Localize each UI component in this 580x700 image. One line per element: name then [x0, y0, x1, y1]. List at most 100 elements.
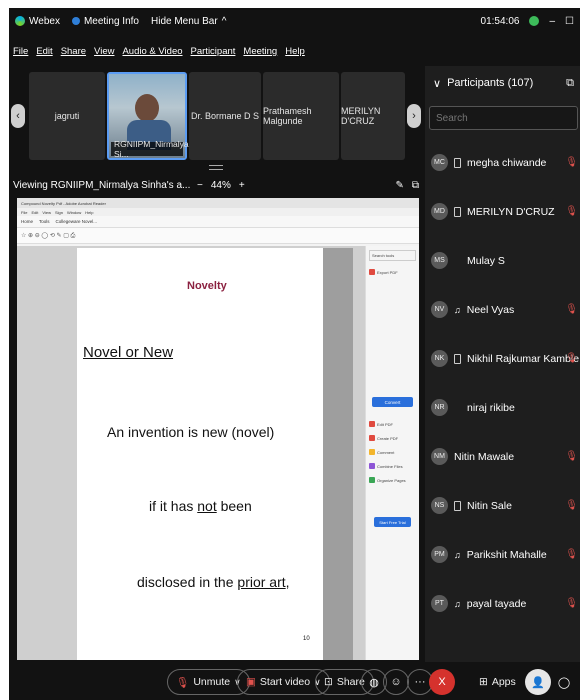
toolbar-icons: ☆ ⊕ ⊖ ◯ ⟲ ✎ ▢ ⎙	[21, 232, 76, 239]
participant-row[interactable]: NR niraj rikibe	[425, 383, 580, 432]
participants-header[interactable]: ∨ Participants (107) ⧉	[425, 66, 580, 100]
participant-row[interactable]: PM ♫ Parikshit Mahalle 🎙	[425, 530, 580, 579]
menu-share[interactable]: Share	[61, 46, 86, 62]
chevron-up-icon: ^	[221, 15, 227, 27]
mic-muted-icon: 🎙	[176, 676, 190, 689]
participant-row[interactable]: NS Nitin Sale 🎙	[425, 481, 580, 530]
chevron-down-icon: ∨	[433, 77, 442, 90]
mic-muted-icon: 🎙	[565, 353, 578, 364]
smile-icon: ☺	[390, 676, 402, 688]
webex-logo[interactable]: Webex	[15, 16, 60, 27]
tools-side-panel: Search tools Export PDF Convert Edit PDF…	[365, 246, 419, 660]
comment-icon	[369, 449, 375, 455]
edit-pdf-icon	[369, 421, 375, 427]
side-organize-pages[interactable]: Organize Pages	[366, 473, 419, 487]
organize-icon	[369, 477, 375, 483]
avatar: PM	[431, 546, 448, 563]
phone-icon	[454, 500, 461, 511]
zoom-in-button[interactable]: +	[239, 180, 245, 191]
side-create-pdf[interactable]: Create PDF	[366, 431, 419, 445]
strip-left-arrow[interactable]: ‹	[11, 104, 25, 128]
menu-participant[interactable]: Participant	[191, 46, 236, 62]
participant-row[interactable]: MS Mulay S	[425, 236, 580, 285]
phone-icon	[454, 353, 461, 364]
info-icon	[71, 17, 80, 25]
menu-meeting[interactable]: Meeting	[243, 46, 277, 62]
apps-icon: ⊞	[479, 676, 488, 688]
zoom-level: 44%	[210, 179, 231, 191]
side-combine-files[interactable]: Combine Files	[366, 459, 419, 473]
video-tile-active-speaker[interactable]: RGNIIPM_Nirmalya Si...	[107, 72, 189, 160]
menu-help[interactable]: Help	[285, 46, 305, 62]
slide-line-1: An invention is new (novel)	[107, 424, 275, 440]
annotate-icon[interactable]: ✎	[395, 180, 403, 191]
reader-title-bar: Compound Novelty Pdf - Adobe Acrobat Rea…	[17, 198, 419, 208]
participant-row[interactable]: NV ♫ Neel Vyas 🎙	[425, 285, 580, 334]
headset-icon: ♫	[454, 304, 461, 315]
participant-row[interactable]: NM Nitin Mawale 🎙	[425, 432, 580, 481]
free-trial-button[interactable]: Start Free Trial	[374, 517, 411, 527]
participant-list: MC megha chiwande 🎙 MD MERILYN D'CRUZ 🎙 …	[425, 138, 580, 628]
resize-handle[interactable]	[209, 165, 223, 170]
slide-subheading: Novel or New	[83, 344, 174, 361]
video-strip: ‹ jagruti RGNIIPM_Nirmalya Si... Dr. Bor…	[9, 66, 421, 162]
menu-bar: File Edit Share View Audio & Video Parti…	[9, 46, 305, 62]
leave-button[interactable]: X	[429, 669, 455, 695]
participant-search-input[interactable]	[429, 106, 578, 130]
avatar: MC	[431, 154, 448, 171]
slide-heading: Novelty	[187, 280, 227, 292]
side-comment[interactable]: Comment	[366, 445, 419, 459]
menu-audio-video[interactable]: Audio & Video	[122, 46, 182, 62]
side-edit-pdf[interactable]: Edit PDF	[366, 417, 419, 431]
convert-button[interactable]: Convert	[372, 397, 413, 407]
tile-name-label: RGNIIPM_Nirmalya Si...	[111, 139, 189, 159]
chat-icon: ◯	[557, 676, 571, 689]
minimize-button[interactable]: –	[549, 16, 555, 27]
participant-row[interactable]: MC megha chiwande 🎙	[425, 138, 580, 187]
video-tile[interactable]: Prathamesh Malgunde	[263, 72, 339, 160]
avatar: NR	[431, 399, 448, 416]
more-icon: ···	[414, 676, 426, 688]
slide-line-2: if it has not been	[149, 498, 252, 514]
mic-muted-icon: 🎙	[565, 157, 578, 168]
pop-out-icon[interactable]: ⧉	[412, 180, 419, 191]
avatar: PT	[431, 595, 448, 612]
mic-muted-icon: 🎙	[565, 598, 578, 609]
document-page: Novelty Novel or New An invention is new…	[77, 248, 323, 660]
participant-row[interactable]: NK Nikhil Rajkumar Kamble 🎙	[425, 334, 580, 383]
export-pdf-icon	[369, 269, 375, 275]
maximize-button[interactable]: ☐	[565, 16, 574, 27]
headset-icon: ♫	[454, 549, 461, 560]
side-search[interactable]: Search tools	[369, 250, 416, 261]
reactions-button[interactable]: ☺	[383, 669, 409, 695]
document-area: Novelty Novel or New An invention is new…	[17, 246, 365, 660]
menu-edit[interactable]: Edit	[36, 46, 52, 62]
video-off-icon: ▣	[246, 676, 256, 688]
create-pdf-icon	[369, 435, 375, 441]
participants-icon: 👤	[531, 676, 545, 689]
status-icon	[529, 16, 540, 26]
combine-icon	[369, 463, 375, 469]
meeting-info-button[interactable]: Meeting Info	[71, 16, 139, 27]
apps-button[interactable]: ⊞ Apps	[471, 669, 524, 695]
video-tile[interactable]: MERILYN D'CRUZ	[341, 72, 405, 160]
menu-view[interactable]: View	[94, 46, 114, 62]
headset-icon: ♫	[454, 598, 461, 609]
participants-toggle-button[interactable]: 👤	[525, 669, 551, 695]
reader-menu: File Edit View Sign Window Help	[17, 208, 419, 216]
popout-icon[interactable]: ⧉	[566, 77, 574, 90]
person-head	[135, 94, 159, 122]
menu-file[interactable]: File	[13, 46, 28, 62]
page-number: 10	[303, 636, 310, 642]
app-name: Webex	[29, 15, 60, 27]
zoom-out-button[interactable]: −	[197, 180, 203, 191]
video-tile[interactable]: jagruti	[29, 72, 105, 160]
webex-icon	[15, 16, 25, 26]
chat-button[interactable]: ◯	[551, 669, 577, 695]
video-tile[interactable]: Dr. Bormane D S	[189, 72, 261, 160]
participant-row[interactable]: MD MERILYN D'CRUZ 🎙	[425, 187, 580, 236]
hide-menu-bar-button[interactable]: Hide Menu Bar ^	[151, 16, 226, 27]
participant-row[interactable]: PT ♫ payal tayade 🎙	[425, 579, 580, 628]
side-export-pdf[interactable]: Export PDF	[366, 265, 419, 279]
strip-right-arrow[interactable]: ›	[407, 104, 421, 128]
